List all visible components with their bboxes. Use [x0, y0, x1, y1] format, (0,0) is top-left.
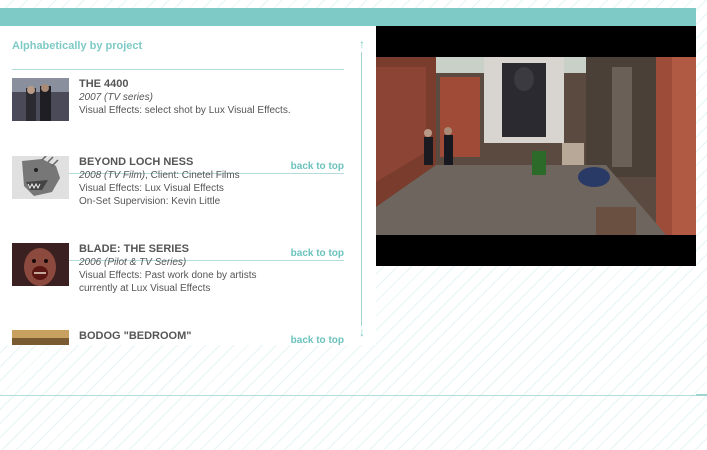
thumbnail-blade-the-series[interactable]	[12, 243, 69, 286]
bottom-divider	[0, 395, 707, 396]
thumbnail-bodog-bedroom[interactable]	[12, 330, 69, 345]
entry-credit: Visual Effects: Past work done by artist…	[79, 270, 257, 281]
list-heading: Alphabetically by project	[12, 40, 143, 52]
entry-year: 2006 (Pilot & TV Series)	[79, 257, 187, 268]
thumbnail-the-4400[interactable]	[12, 78, 69, 121]
entry-client: , Client: Cinetel Films	[145, 170, 240, 181]
scroll-down-arrow-icon[interactable]: ↓	[355, 326, 369, 338]
entry-credit: On-Set Supervision: Kevin Little	[79, 196, 221, 207]
entry-title[interactable]: THE 4400	[79, 78, 344, 91]
entry-credit: currently at Lux Visual Effects	[79, 283, 211, 294]
entry-year: 2007 (TV series)	[79, 92, 153, 103]
heading-divider	[12, 69, 344, 70]
scroll-up-arrow-icon[interactable]: ↑	[355, 38, 369, 50]
entry-details: BEYOND LOCH NESS 2008 (TV Film), Client:…	[79, 156, 344, 208]
entry-details: BLADE: THE SERIES 2006 (Pilot & TV Serie…	[79, 243, 344, 295]
entry-year: 2008 (TV Film)	[79, 170, 146, 181]
entry-details: THE 4400 2007 (TV series) Visual Effects…	[79, 78, 344, 117]
entry-credit: Visual Effects: select shot by Lux Visua…	[79, 105, 291, 116]
entry-title[interactable]: BLADE: THE SERIES	[79, 243, 344, 256]
video-frame-image	[376, 57, 696, 235]
entry-title[interactable]: BODOG "BEDROOM"	[79, 330, 344, 343]
entry-details: BODOG "BEDROOM"	[79, 330, 344, 343]
entry-year-line: 2008 (TV Film), Client: Cinetel Films	[79, 169, 344, 182]
video-player[interactable]	[376, 26, 696, 266]
scrollbar-track[interactable]	[361, 52, 362, 326]
entry-title[interactable]: BEYOND LOCH NESS	[79, 156, 344, 169]
top-accent-bar	[0, 8, 696, 26]
bottom-divider-tick	[696, 394, 707, 396]
thumbnail-beyond-loch-ness[interactable]	[12, 156, 69, 199]
project-list-panel: Alphabetically by project ↑ ↓ THE 4400 2…	[0, 26, 376, 345]
entry-credit: Visual Effects: Lux Visual Effects	[79, 183, 224, 194]
